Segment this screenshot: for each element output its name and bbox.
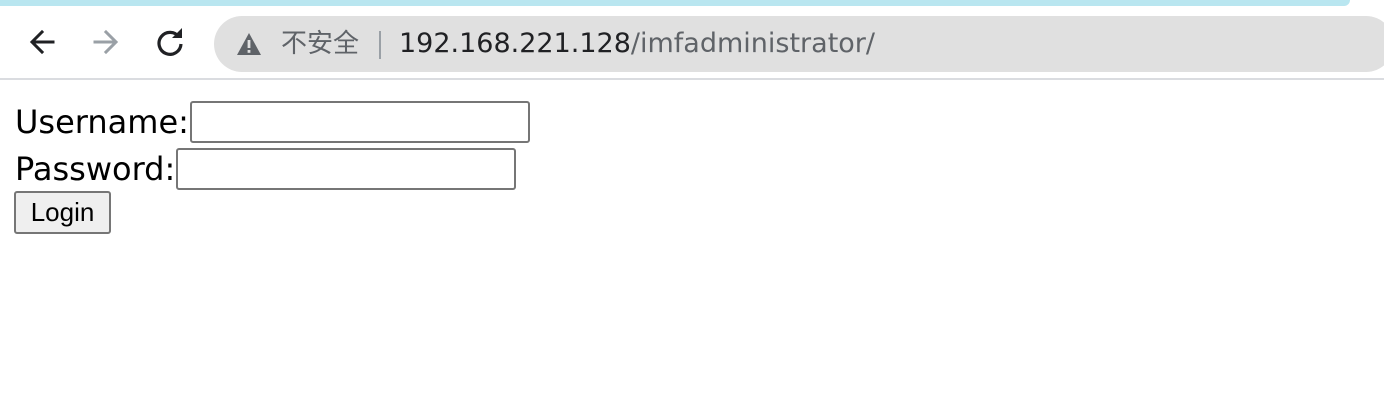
- reload-button[interactable]: [150, 22, 190, 62]
- url-path: /imfadministrator/: [630, 28, 875, 59]
- username-label: Username:: [15, 103, 189, 141]
- page-content: Username: Password: Login: [0, 80, 1384, 419]
- forward-arrow-icon: [93, 29, 119, 55]
- username-row: Username:: [15, 100, 530, 144]
- username-input[interactable]: [189, 101, 530, 143]
- forward-button[interactable]: [86, 22, 126, 62]
- login-button[interactable]: Login: [14, 191, 111, 234]
- back-button[interactable]: [22, 22, 62, 62]
- security-label[interactable]: 不安全: [281, 28, 359, 60]
- url-text[interactable]: 192.168.221.128/imfadministrator/: [399, 27, 875, 61]
- password-input[interactable]: [176, 148, 517, 190]
- address-bar[interactable]: 不安全 192.168.221.128/imfadministrator/: [214, 16, 1384, 72]
- reload-icon: [157, 28, 183, 56]
- browser-toolbar: 不安全 192.168.221.128/imfadministrator/: [0, 6, 1384, 80]
- warning-triangle-icon[interactable]: [236, 32, 262, 56]
- omnibox-divider: [379, 31, 381, 59]
- back-arrow-icon: [29, 29, 55, 55]
- password-label: Password:: [15, 150, 176, 188]
- url-host: 192.168.221.128: [399, 28, 631, 59]
- password-row: Password:: [15, 147, 517, 191]
